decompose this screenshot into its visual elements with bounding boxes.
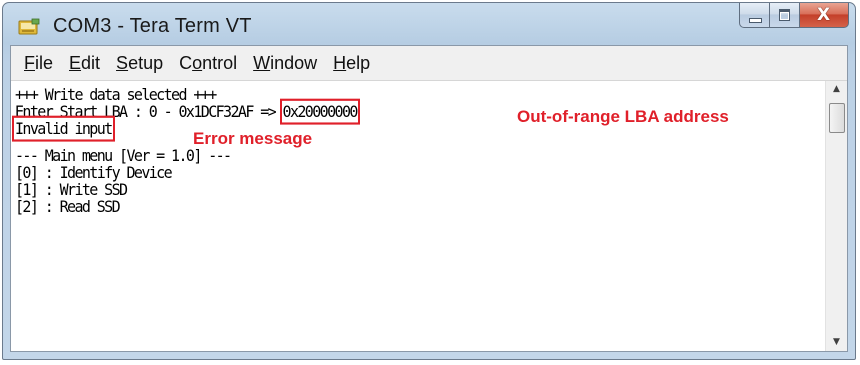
minimize-icon xyxy=(749,18,762,23)
menu-help-mnemonic: H xyxy=(333,52,347,73)
client-area: File Edit Setup Control Window Help +++ … xyxy=(10,45,848,352)
menu-help-label: elp xyxy=(346,52,371,73)
close-button[interactable]: X xyxy=(799,3,849,28)
menu-window[interactable]: Window xyxy=(246,53,324,74)
minimize-button[interactable] xyxy=(739,3,769,28)
menu-window-label: indow xyxy=(270,52,318,73)
annotation-error-message: Error message xyxy=(193,129,313,148)
lba-input-value: 0x20000000 xyxy=(279,98,360,125)
tera-term-app-icon xyxy=(18,18,40,35)
terminal-line-menu-0: [0] : Identify Device xyxy=(15,162,173,183)
menu-bar: File Edit Setup Control Window Help xyxy=(11,46,847,81)
menu-edit[interactable]: Edit xyxy=(62,53,107,74)
maximize-icon xyxy=(779,9,790,21)
menu-setup-label: etup xyxy=(128,52,164,73)
maximize-button[interactable] xyxy=(769,3,799,28)
terminal-output[interactable]: +++ Write data selected +++ Enter Start … xyxy=(11,81,825,351)
tera-term-window: COM3 - Tera Term VT X File Edit Setup Co… xyxy=(2,2,856,360)
terminal-line-menu-1: [1] : Write SSD xyxy=(15,179,128,200)
terminal-line-menu-2: [2] : Read SSD xyxy=(15,196,121,217)
menu-setup-mnemonic: S xyxy=(116,52,129,73)
caption-buttons: X xyxy=(739,3,849,30)
scroll-down-arrow-icon[interactable]: ▼ xyxy=(826,334,847,351)
close-icon: X xyxy=(817,5,831,25)
window-title: COM3 - Tera Term VT xyxy=(53,15,252,37)
error-text: Invalid input xyxy=(12,115,115,142)
title-bar[interactable]: COM3 - Tera Term VT X xyxy=(3,3,855,45)
menu-file-mnemonic: F xyxy=(24,52,35,73)
menu-control-label: ntrol xyxy=(202,52,238,73)
menu-control-mnemonic: o xyxy=(192,52,203,73)
menu-edit-label: dit xyxy=(81,52,101,73)
scrollbar-thumb[interactable] xyxy=(829,103,845,133)
menu-file[interactable]: File xyxy=(17,53,60,74)
menu-file-label: ile xyxy=(35,52,54,73)
menu-help[interactable]: Help xyxy=(326,53,377,74)
annotation-out-of-range: Out-of-range LBA address xyxy=(517,107,729,126)
menu-edit-mnemonic: E xyxy=(69,52,82,73)
menu-control-prefix: C xyxy=(179,52,193,73)
scroll-up-arrow-icon[interactable]: ▲ xyxy=(826,81,847,98)
menu-control[interactable]: Control xyxy=(172,53,244,74)
vertical-scrollbar[interactable]: ▲ ▼ xyxy=(825,81,847,351)
menu-window-mnemonic: W xyxy=(253,52,271,73)
menu-setup[interactable]: Setup xyxy=(109,53,170,74)
